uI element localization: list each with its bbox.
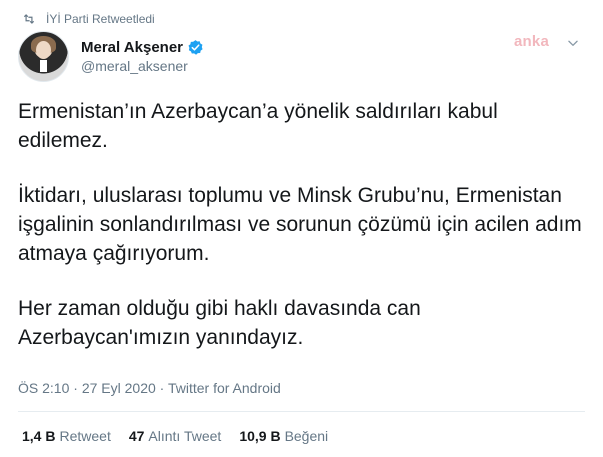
chevron-down-icon[interactable] (566, 36, 580, 50)
tweet-header: Meral Akşener @meral_aksener (18, 31, 204, 82)
meta-separator: · (159, 380, 165, 396)
tweet-paragraph: Her zaman olduğu gibi haklı davasında ca… (18, 297, 421, 349)
retweet-icon (23, 14, 35, 24)
tweet-time[interactable]: ÖS 2:10 (18, 380, 69, 396)
retweet-notice[interactable]: İYİ Parti Retweetledi (22, 10, 155, 28)
tweet-date[interactable]: 27 Eyl 2020 (82, 380, 156, 396)
avatar[interactable] (18, 31, 69, 82)
quotes-stat[interactable]: 47 Alıntı Tweet (129, 428, 221, 444)
author-info: Meral Akşener @meral_aksener (81, 39, 204, 74)
likes-count: 10,9 B (239, 428, 281, 444)
retweets-count: 1,4 B (22, 428, 56, 444)
watermark: anka (514, 33, 549, 50)
retweets-label: Retweet (59, 428, 111, 444)
meta-separator: · (73, 380, 78, 396)
retweet-notice-text: İYİ Parti Retweetledi (46, 12, 155, 26)
likes-label: Beğeni (284, 428, 329, 444)
author-handle[interactable]: @meral_aksener (81, 58, 204, 74)
quotes-count: 47 (128, 428, 145, 444)
tweet-source[interactable]: Twitter for Android (168, 380, 281, 396)
retweets-stat[interactable]: 1,4 B Retweet (22, 428, 111, 444)
author-name[interactable]: Meral Akşener (81, 39, 183, 56)
quotes-label: Alıntı Tweet (148, 428, 222, 444)
divider (18, 411, 585, 412)
tweet-meta: ÖS 2:10 · 27 Eyl 2020 · Twitter for Andr… (18, 380, 281, 396)
tweet-paragraph: Ermenistan’ın Azerbaycan’a yönelik saldı… (18, 100, 498, 152)
tweet-text: Ermenistan’ın Azerbaycan’a yönelik saldı… (18, 97, 588, 352)
verified-badge-icon (188, 40, 203, 55)
tweet-stats: 1,4 B Retweet 47 Alıntı Tweet 10,9 B Beğeni (22, 428, 346, 444)
likes-stat[interactable]: 10,9 B Beğeni (239, 428, 328, 444)
tweet-paragraph: İktidarı, uluslarası toplumu ve Minsk Gr… (18, 184, 582, 265)
